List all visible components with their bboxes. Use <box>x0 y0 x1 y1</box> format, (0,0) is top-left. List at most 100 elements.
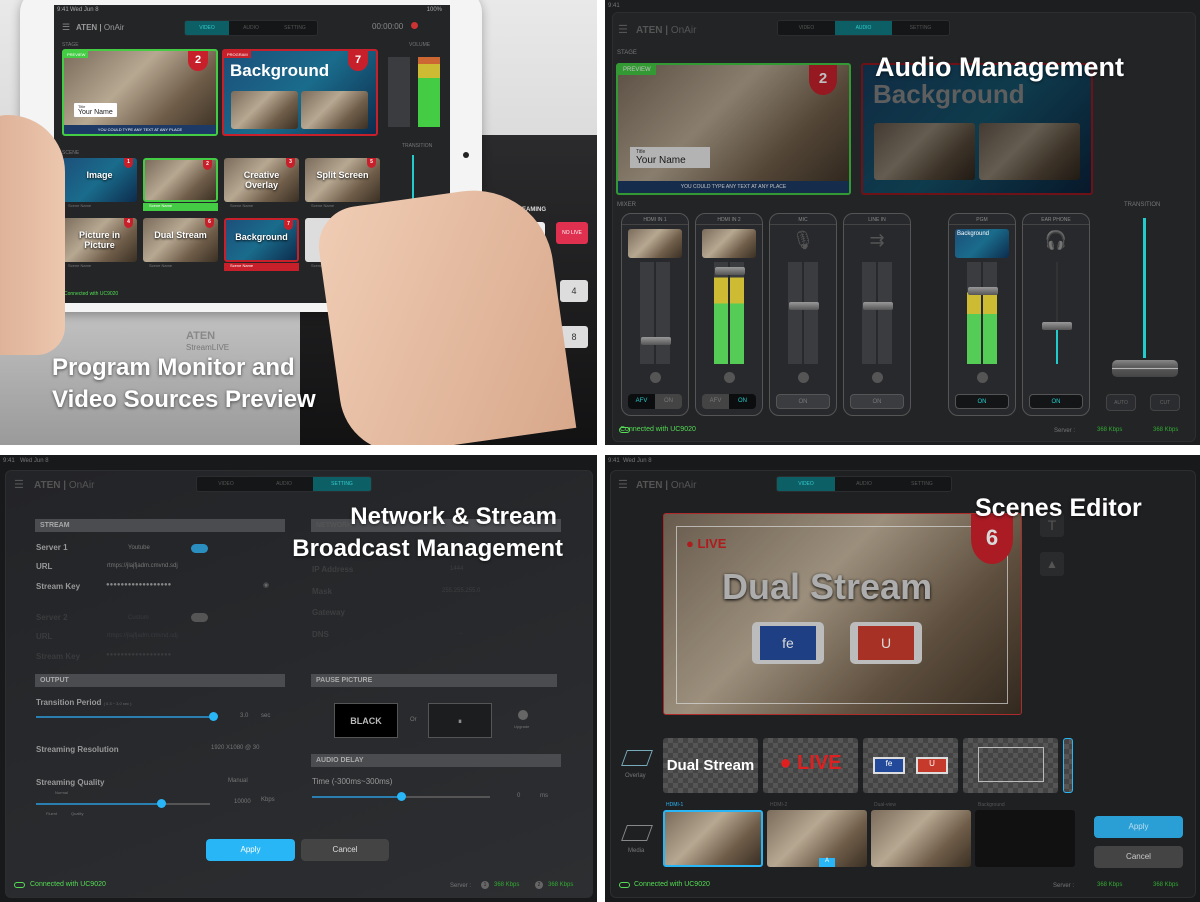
overlay-frame[interactable] <box>963 738 1058 793</box>
on-button[interactable]: ON <box>729 394 756 409</box>
scene-tile[interactable]: 5 Split Screen <box>305 158 380 202</box>
mic-volume-meter[interactable] <box>388 57 410 127</box>
media-source-thumb[interactable] <box>975 810 1075 867</box>
media-source-thumb[interactable] <box>871 810 971 867</box>
media-source-thumb[interactable] <box>663 810 763 867</box>
pause-image-option[interactable]: ⏸ <box>428 703 492 738</box>
preview-monitor[interactable]: PREVIEW 2 Title Your Name YOU COULD TYPE… <box>62 49 218 136</box>
tab-setting[interactable]: SETTING <box>893 477 951 491</box>
overlay-more[interactable] <box>1063 738 1073 793</box>
cut-button[interactable]: CUT <box>1150 394 1180 411</box>
record-button[interactable] <box>411 22 418 29</box>
delay-slider[interactable] <box>312 792 490 801</box>
server1-toggle[interactable] <box>191 544 208 553</box>
dns-value[interactable]: - <box>460 631 462 637</box>
eye-icon[interactable]: ◉ <box>263 581 269 589</box>
quality-value[interactable]: 10000 <box>234 799 251 805</box>
scene-tile-name[interactable]: Scene Name <box>224 263 299 271</box>
pan-knob[interactable] <box>872 372 883 383</box>
hardware-key-4[interactable]: 4 <box>560 280 588 302</box>
tab-video[interactable]: VIDEO <box>197 477 255 491</box>
cancel-button[interactable]: Cancel <box>301 839 389 861</box>
tab-video[interactable]: VIDEO <box>778 21 835 35</box>
transition-value[interactable]: 3.0 <box>240 713 248 719</box>
transition-slider-knob[interactable] <box>209 712 218 721</box>
tab-setting[interactable]: SETTING <box>313 477 371 491</box>
tab-audio[interactable]: AUDIO <box>835 21 892 35</box>
apply-button[interactable]: Apply <box>206 839 295 861</box>
tab-audio[interactable]: AUDIO <box>255 477 313 491</box>
volume-fader[interactable] <box>863 302 893 310</box>
volume-fader[interactable] <box>968 287 998 295</box>
upgrade-icon[interactable] <box>518 710 528 720</box>
tab-audio[interactable]: AUDIO <box>835 477 893 491</box>
pan-knob[interactable] <box>724 372 735 383</box>
overlay-live[interactable]: ● LIVE <box>763 738 858 793</box>
scene-tile[interactable]: 3 Creative Overlay <box>224 158 299 202</box>
pause-black-option[interactable]: BLACK <box>334 703 398 738</box>
scene-canvas[interactable]: ● LIVE 6 Dual Stream fe U <box>663 513 1022 715</box>
overlay-phones[interactable]: fe U <box>863 738 958 793</box>
scene-tile-name[interactable]: Scene Name <box>62 203 137 211</box>
scene-tile[interactable]: 6 Dual Stream <box>143 218 218 262</box>
on-button[interactable]: ON <box>776 394 830 409</box>
server1-url[interactable]: rtmps://jlajfjadm.cmvnd.sdj <box>107 563 178 569</box>
server1-platform[interactable]: Youtube <box>128 545 150 551</box>
pan-knob[interactable] <box>798 372 809 383</box>
volume-fader[interactable] <box>715 267 745 275</box>
volume-fader[interactable] <box>1042 322 1072 330</box>
server2-key[interactable]: ●●●●●●●●●●●●●●●●●● <box>106 652 171 658</box>
tab-setting[interactable]: SETTING <box>892 21 949 35</box>
ip-value[interactable]: 1444 <box>450 566 463 572</box>
overlay-dual-stream[interactable]: Dual Stream <box>663 738 758 793</box>
selection-frame[interactable] <box>676 526 1008 704</box>
scene-tile[interactable]: 2 <box>143 158 218 202</box>
upgrade-label[interactable]: Upgrade <box>514 724 529 729</box>
scene-tile-name[interactable]: Scene Name <box>143 263 218 271</box>
transition-handle[interactable] <box>1112 360 1178 377</box>
hardware-nolive-key[interactable]: NO LIVE <box>556 222 588 244</box>
delay-value[interactable]: 0 <box>517 793 520 799</box>
on-button[interactable]: ON <box>850 394 904 409</box>
mask-value[interactable]: 255.255.255.0 <box>442 588 480 594</box>
on-button[interactable]: ON <box>955 394 1009 409</box>
volume-fader[interactable] <box>789 302 819 310</box>
youtube-phone[interactable]: U <box>850 622 922 664</box>
scene-tile[interactable]: 1 Image <box>62 158 137 202</box>
on-button[interactable]: ON <box>655 394 682 409</box>
menu-icon[interactable]: ☰ <box>62 22 70 33</box>
server2-toggle[interactable] <box>191 613 208 622</box>
afv-button[interactable]: AFV <box>702 394 729 409</box>
media-source-thumb[interactable]: A <box>767 810 867 867</box>
quality-slider[interactable] <box>36 799 210 808</box>
live-overlay[interactable]: ● LIVE <box>686 536 726 551</box>
server1-key[interactable]: ●●●●●●●●●●●●●●●●●● <box>106 582 171 588</box>
server2-url[interactable]: rtmps://jlajfjadm.cmvnd.sdj <box>107 633 178 639</box>
delay-slider-knob[interactable] <box>397 792 406 801</box>
menu-icon[interactable]: ☰ <box>14 478 24 491</box>
transition-slider[interactable] <box>36 712 218 721</box>
tab-video[interactable]: VIDEO <box>777 477 835 491</box>
tab-video[interactable]: VIDEO <box>185 21 229 35</box>
transition-track[interactable] <box>1143 218 1146 358</box>
facebook-phone[interactable]: fe <box>752 622 824 664</box>
cancel-button[interactable]: Cancel <box>1094 846 1183 868</box>
menu-icon[interactable]: ☰ <box>618 478 628 491</box>
tab-setting[interactable]: SETTING <box>273 21 317 35</box>
volume-fader[interactable] <box>641 337 671 345</box>
pan-knob[interactable] <box>977 372 988 383</box>
scene-tile[interactable]: 4 Picture in Picture <box>62 218 137 262</box>
pan-knob[interactable] <box>650 372 661 383</box>
menu-icon[interactable]: ☰ <box>618 23 628 36</box>
pgm-volume-meter[interactable] <box>418 57 440 127</box>
on-button[interactable]: ON <box>1029 394 1083 409</box>
scene-tile-name[interactable]: Scene Name <box>224 203 299 211</box>
tab-audio[interactable]: AUDIO <box>229 21 273 35</box>
apply-button[interactable]: Apply <box>1094 816 1183 838</box>
afv-button[interactable]: AFV <box>628 394 655 409</box>
image-tool-icon[interactable]: ▲ <box>1040 552 1064 576</box>
server2-platform[interactable]: Custom <box>128 615 149 621</box>
resolution-select[interactable]: 1920 X1080 @ 30 <box>211 745 259 751</box>
scene-tile-name[interactable]: Scene Name <box>143 203 218 211</box>
scene-title-overlay[interactable]: Dual Stream <box>722 566 932 608</box>
